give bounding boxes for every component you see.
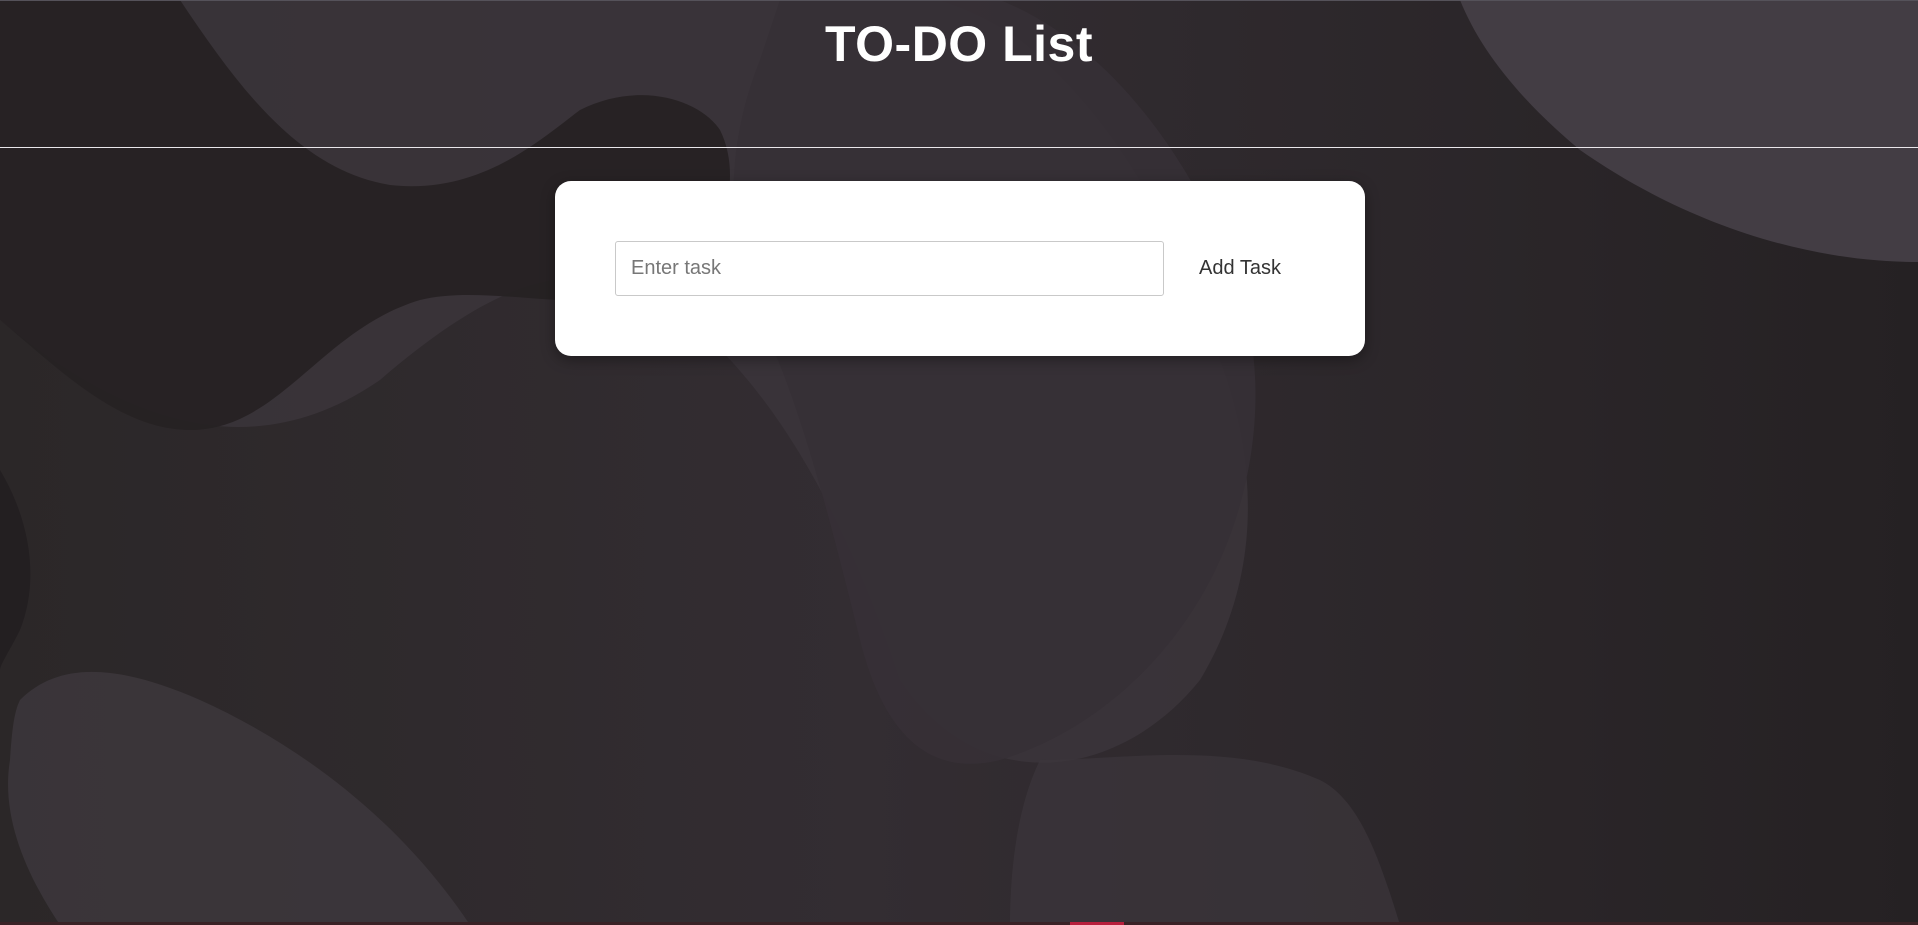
task-card: Add Task [555, 181, 1365, 356]
page-header: TO-DO List [0, 0, 1918, 148]
page-title: TO-DO List [825, 15, 1093, 72]
task-input[interactable] [615, 241, 1164, 296]
add-task-button[interactable]: Add Task [1175, 241, 1305, 296]
